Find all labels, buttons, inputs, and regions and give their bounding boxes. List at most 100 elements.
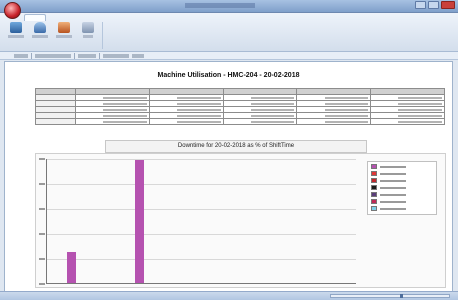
cell-value-placeholder [250,120,295,123]
close-button[interactable] [441,1,455,9]
cell-value-placeholder [398,120,442,123]
y-axis-tick-label [39,183,45,185]
report-page: Machine Utilisation - HMC-204 - 20-02-20… [4,61,453,292]
ribbon-button[interactable] [79,22,97,38]
toolbar-item[interactable] [132,53,144,58]
ribbon-button-label [8,35,24,38]
legend-label [380,207,406,210]
y-axis-tick-label [39,158,45,160]
toolbar-item[interactable] [78,53,96,58]
table-cell [296,118,372,125]
window-controls [415,1,455,9]
ribbon-button[interactable] [7,22,25,38]
maximize-button[interactable] [428,1,439,9]
legend-swatch [371,171,377,176]
ribbon-button[interactable] [55,22,73,38]
ribbon-tab[interactable] [74,14,94,20]
toolbar-item[interactable] [103,53,129,58]
cell-value-placeholder [176,96,221,99]
application-menu-button[interactable] [4,2,21,19]
ribbon-tab[interactable] [98,14,118,20]
ribbon-button-label [83,35,93,38]
y-axis-tick-label [39,258,45,260]
legend-item [371,206,436,211]
legend-swatch [371,199,377,204]
cell-value-placeholder [398,96,442,99]
ribbon-tab[interactable] [50,14,70,20]
toolbar-separator [74,52,75,59]
y-axis-tick-label [39,233,45,235]
cell-value-placeholder [324,114,369,117]
cell-value-placeholder [176,102,221,105]
ribbon-group [2,22,103,55]
legend-swatch [371,192,377,197]
cell-value-placeholder [103,96,147,99]
cell-value-placeholder [176,120,221,123]
navigate-icon [10,22,22,33]
zoom-slider[interactable] [330,294,450,298]
table-cell [370,118,445,125]
y-axis-tick-label [39,208,45,210]
minimize-button[interactable] [415,1,426,9]
legend-swatch [371,178,377,183]
table-cell [35,118,76,125]
table-row [35,118,445,125]
cell-value-placeholder [250,102,295,105]
cell-value-placeholder [103,102,147,105]
legend-item [371,171,436,176]
chart-gridline [47,209,356,210]
chart-heading: Downtime for 20-02-2018 as % of ShiftTim… [105,140,367,153]
chart-plot-area [39,158,356,285]
cell-value-placeholder [176,114,221,117]
ribbon [0,13,458,55]
legend-label [380,172,406,175]
downtime-chart [35,153,446,288]
cell-value-placeholder [324,120,369,123]
ribbon-tab[interactable] [24,14,46,21]
legend-swatch [371,185,377,190]
legend-item [371,199,436,204]
legend-label [380,200,406,203]
table-cell [222,118,298,125]
table-cell [148,118,224,125]
utilisation-table [35,88,445,125]
cell-value-placeholder [250,96,295,99]
cell-value-placeholder [250,114,295,117]
cell-value-placeholder [250,108,295,111]
chart-legend [367,161,437,215]
y-axis-tick-label [39,283,45,285]
legend-label [380,179,406,182]
cell-value-placeholder [324,108,369,111]
window-title [185,3,255,8]
report-title: Machine Utilisation - HMC-204 - 20-02-20… [157,72,300,79]
ribbon-tabs [24,14,118,21]
legend-item [371,185,436,190]
ribbon-button-label [32,35,48,38]
chart-gridline [47,259,356,260]
table-cell [75,118,150,125]
ribbon-button[interactable] [31,22,49,38]
toolbar-item[interactable] [35,53,71,58]
cell-value-placeholder [398,108,442,111]
cell-value-placeholder [103,108,147,111]
cell-value-placeholder [324,96,369,99]
export-icon [58,22,70,33]
cell-value-placeholder [103,120,147,123]
report-toolbar [0,52,458,60]
zoom-slider-thumb[interactable] [400,294,403,298]
cell-value-placeholder [103,114,147,117]
camera-icon [34,22,46,33]
chart-gridline [47,234,356,235]
close-report-icon [82,22,94,33]
legend-swatch [371,164,377,169]
cell-value-placeholder [324,102,369,105]
cell-value-placeholder [398,102,442,105]
legend-swatch [371,206,377,211]
cell-value-placeholder [176,108,221,111]
legend-item [371,192,436,197]
downtime-bar [67,252,76,283]
ribbon-button-label [56,35,72,38]
chart-gridline [47,159,356,160]
legend-item [371,164,436,169]
toolbar-item[interactable] [14,53,28,58]
